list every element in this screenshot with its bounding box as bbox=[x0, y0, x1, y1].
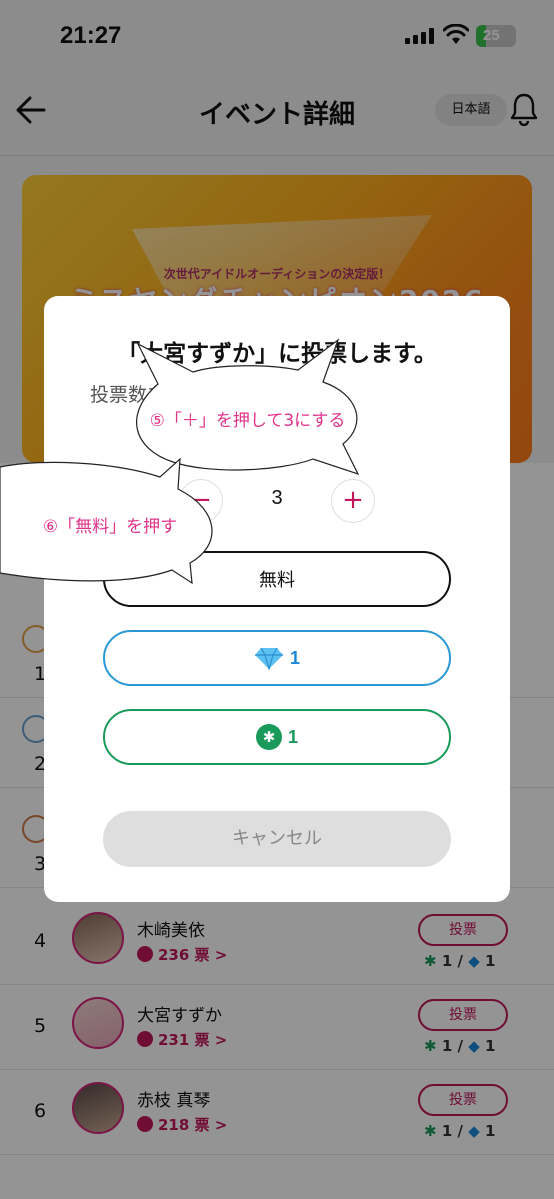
cancel-button[interactable]: キャンセル bbox=[103, 811, 451, 867]
coin-icon: ✱ bbox=[255, 724, 282, 750]
annotation-text: ⑥「無料」を押す bbox=[42, 517, 178, 537]
quantity-value: 3 bbox=[271, 487, 283, 509]
coin-cost: 1 bbox=[287, 726, 298, 747]
free-vote-label: 無料 bbox=[259, 570, 295, 591]
gem-vote-button[interactable]: 1 bbox=[103, 630, 451, 686]
annotation-text: ⑤「＋」を押して3にする bbox=[149, 411, 346, 431]
annotation-bubble-free: ⑥「無料」を押す bbox=[0, 455, 220, 589]
gem-cost: 1 bbox=[289, 647, 300, 668]
coin-vote-button[interactable]: ✱ 1 bbox=[103, 709, 451, 765]
diamond-icon bbox=[254, 647, 283, 670]
